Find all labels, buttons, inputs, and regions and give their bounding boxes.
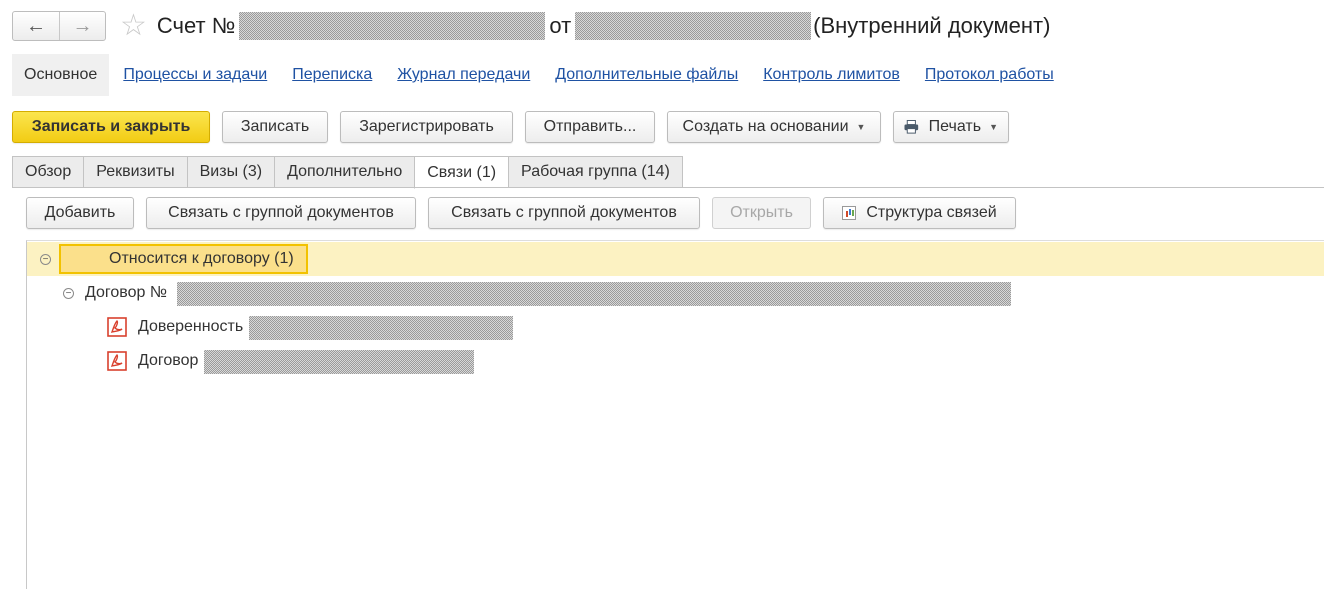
send-button[interactable]: Отправить...: [525, 111, 655, 143]
section-nav: Основное Процессы и задачи Переписка Жур…: [12, 54, 1065, 96]
title-row: ← → ☆ Счет № от (Внутренний документ): [12, 10, 1050, 42]
tab-requisites[interactable]: Реквизиты: [83, 156, 187, 188]
back-button[interactable]: ←: [13, 12, 59, 40]
tree-row-contract[interactable]: − Договор №: [27, 276, 1324, 310]
open-button[interactable]: Открыть: [712, 197, 811, 229]
tree-row-file[interactable]: Договор: [27, 344, 1324, 378]
section-transfer-log[interactable]: Журнал передачи: [397, 66, 530, 84]
redacted-file-name: [249, 316, 513, 340]
print-label: Печать: [928, 118, 982, 135]
links-toolbar: Добавить Связать с группой документов Св…: [26, 197, 1028, 229]
tab-links[interactable]: Связи (1): [414, 156, 509, 189]
redacted-contract: [177, 282, 1011, 306]
forward-button[interactable]: →: [59, 12, 105, 40]
tree-file-label: Договор: [138, 352, 199, 369]
register-button[interactable]: Зарегистрировать: [340, 111, 513, 143]
title-prefix: Счет №: [156, 13, 236, 38]
save-button[interactable]: Записать: [222, 111, 328, 143]
tab-work-group[interactable]: Рабочая группа (14): [508, 156, 683, 188]
redacted-date: [575, 12, 812, 40]
page-title: Счет № от (Внутренний документ): [156, 12, 1051, 40]
tab-strip: Обзор Реквизиты Визы (3) Дополнительно С…: [12, 156, 683, 189]
link-with-group-button[interactable]: Связать с группой документов: [146, 197, 416, 229]
history-nav: ← →: [12, 11, 106, 41]
redacted-number: [239, 12, 546, 40]
tab-overview[interactable]: Обзор: [12, 156, 84, 188]
tab-divider: [12, 187, 1324, 188]
star-icon[interactable]: ☆: [120, 11, 147, 41]
section-extra-files[interactable]: Дополнительные файлы: [555, 66, 738, 84]
section-main[interactable]: Основное: [12, 54, 110, 96]
print-button[interactable]: Печать ▼: [893, 111, 1009, 143]
chevron-down-icon: ▼: [989, 122, 998, 132]
section-limits[interactable]: Контроль лимитов: [763, 66, 900, 84]
create-based-on-button[interactable]: Создать на основании ▼: [667, 111, 881, 143]
tree-contract-label: Договор №: [85, 284, 168, 301]
chevron-down-icon: ▼: [856, 122, 866, 132]
link-with-group-button-2[interactable]: Связать с группой документов: [428, 197, 700, 229]
tree-group-cell[interactable]: Относится к договору (1): [59, 244, 308, 274]
tree-file-label: Доверенность: [138, 318, 244, 335]
collapse-icon[interactable]: −: [63, 287, 74, 299]
tree-group-label: Относится к договору (1): [109, 250, 294, 267]
section-processes[interactable]: Процессы и задачи: [123, 66, 267, 84]
title-suffix: (Внутренний документ): [813, 13, 1051, 38]
save-and-close-button[interactable]: Записать и закрыть: [12, 111, 210, 143]
tree-row-group[interactable]: − Относится к договору (1): [27, 242, 1324, 276]
redacted-file-name: [204, 350, 474, 374]
create-based-on-label: Создать на основании: [682, 118, 849, 135]
command-bar: Записать и закрыть Записать Зарегистриро…: [12, 111, 1021, 143]
links-structure-label: Структура связей: [866, 204, 997, 221]
arrow-right-icon: →: [72, 14, 93, 37]
printer-icon: [904, 119, 919, 134]
tab-visas[interactable]: Визы (3): [186, 156, 275, 188]
links-structure-button[interactable]: Структура связей: [823, 197, 1016, 229]
pdf-icon: [107, 317, 127, 337]
tree-row-file[interactable]: Доверенность: [27, 310, 1324, 344]
collapse-icon[interactable]: −: [40, 253, 51, 265]
arrow-left-icon: ←: [26, 14, 46, 37]
title-middle: от: [549, 13, 572, 38]
add-button[interactable]: Добавить: [26, 197, 134, 229]
tab-additional[interactable]: Дополнительно: [274, 156, 415, 188]
section-work-log[interactable]: Протокол работы: [925, 66, 1054, 84]
section-correspondence[interactable]: Переписка: [292, 66, 372, 84]
links-tree: − Относится к договору (1) − Договор № Д…: [26, 240, 1324, 589]
pdf-icon: [107, 351, 127, 371]
chart-icon: [842, 206, 857, 220]
